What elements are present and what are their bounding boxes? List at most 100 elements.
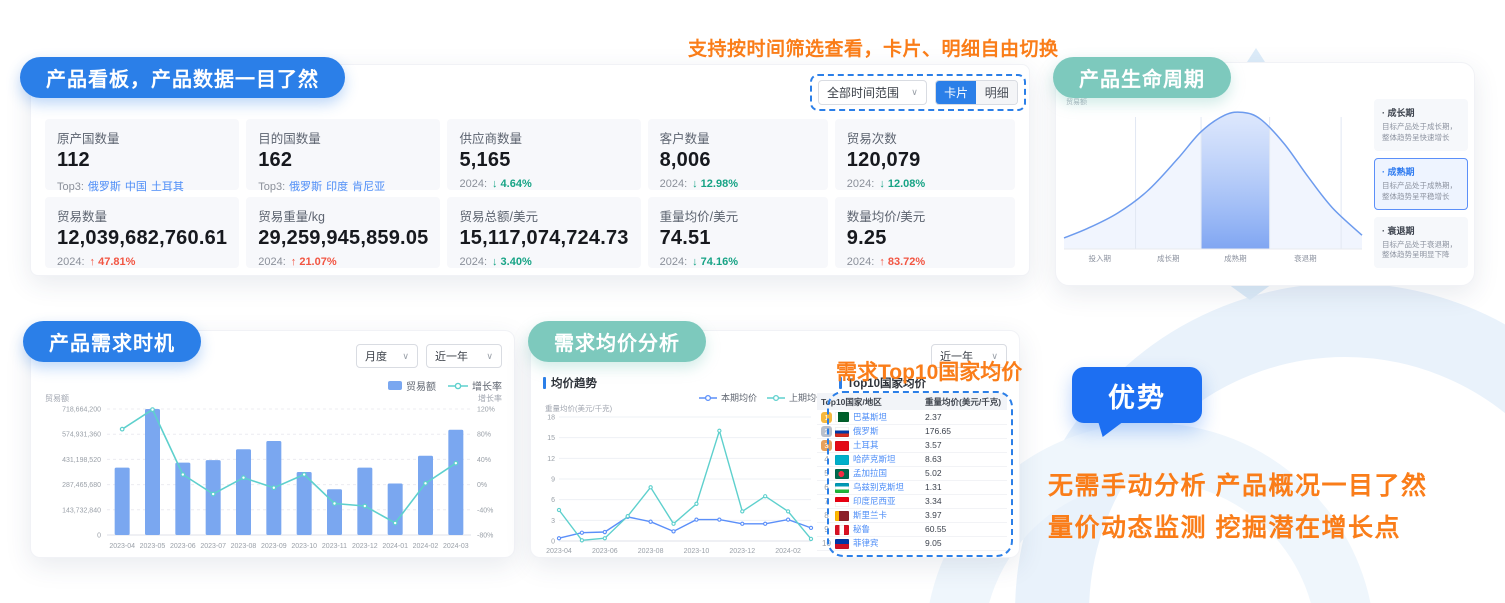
svg-text:2023-07: 2023-07: [200, 543, 226, 550]
svg-text:143,732,840: 143,732,840: [62, 507, 101, 514]
annotation-time-filter: 支持按时间筛选查看，卡片、明细自由切换: [688, 34, 1059, 61]
top3-country-link[interactable]: 印度: [326, 181, 348, 193]
period-select[interactable]: 月度 ∨: [356, 344, 418, 368]
svg-text:投入期: 投入期: [1089, 253, 1112, 263]
country-link[interactable]: 哈萨克斯坦: [853, 454, 896, 464]
rank-medal-icon: 1: [821, 412, 832, 423]
svg-text:2023-12: 2023-12: [729, 548, 755, 555]
stat-label: 贸易次数: [847, 128, 1003, 147]
avg-price-value: 3.57: [921, 438, 1007, 452]
stat-tile: 供应商数量5,1652024:↓ 4.64%: [447, 119, 640, 190]
stat-value: 15,117,074,724.73: [459, 227, 628, 250]
country-flag-icon: [835, 441, 849, 451]
legend-label-trade-amount: 贸易额: [406, 378, 436, 393]
rank-number: 6: [821, 483, 832, 492]
demand-timing-legend: 贸易额 增长率: [388, 378, 502, 393]
lifecycle-curve-chart: 投入期成长期成熟期衰退期: [1062, 105, 1364, 265]
range-select[interactable]: 近一年 ∨: [426, 344, 502, 368]
trade-amount-bar: [115, 468, 130, 535]
stat-sub: 2024:↑ 47.81%: [57, 256, 227, 268]
stat-tile: 重量均价/美元74.512024:↓ 74.16%: [648, 197, 828, 268]
svg-text:衰退期: 衰退期: [1294, 253, 1317, 263]
country-link[interactable]: 秘鲁: [853, 524, 870, 534]
country-flag-icon: [835, 539, 849, 549]
rank-number: 8: [821, 511, 832, 520]
top3-country-link[interactable]: 俄罗斯: [289, 181, 322, 193]
advantage-line-2: 量价动态监测 挖掘潜在增长点: [1048, 508, 1401, 544]
avg-price-value: 60.55: [921, 522, 1007, 536]
table-row: 4哈萨克斯坦8.63: [817, 452, 1007, 466]
view-toggle-card[interactable]: 卡片: [936, 81, 977, 104]
svg-text:2023-04: 2023-04: [109, 543, 135, 550]
svg-text:574,931,360: 574,931,360: [62, 432, 101, 439]
svg-text:2023-09: 2023-09: [261, 543, 287, 550]
avg-price-value: 2.37: [921, 410, 1007, 424]
country-link[interactable]: 巴基斯坦: [853, 412, 887, 422]
svg-text:431,198,520: 431,198,520: [62, 457, 101, 464]
svg-text:120%: 120%: [477, 407, 495, 414]
lifecycle-stage-item[interactable]: 成长期目标产品处于成长期，整体趋势呈快速增长: [1374, 99, 1468, 151]
country-link[interactable]: 孟加拉国: [853, 468, 887, 478]
svg-text:40%: 40%: [477, 457, 491, 464]
lifecycle-stage-item[interactable]: 成熟期目标产品处于成熟期，整体趋势呈平稳增长: [1374, 158, 1468, 210]
stat-label: 贸易数量: [57, 206, 227, 225]
table-header-value: 重量均价(美元/千克): [921, 393, 1007, 410]
stat-sub: 2024:↓ 3.40%: [459, 256, 628, 268]
top3-country-link[interactable]: 肯尼亚: [352, 181, 385, 193]
legend-bar-swatch: [388, 381, 402, 390]
lifecycle-stage-panel: 成长期目标产品处于成长期，整体趋势呈快速增长成熟期目标产品处于成熟期，整体趋势呈…: [1374, 99, 1468, 275]
table-row: 10 菲律宾 9.05: [817, 536, 1007, 550]
legend-label-current: 本期均价: [721, 391, 757, 404]
top3-country-link[interactable]: 中国: [125, 181, 147, 193]
country-flag-icon: [835, 455, 849, 465]
svg-text:2023-10: 2023-10: [291, 543, 317, 550]
legend-line-marker-icon: [767, 394, 785, 402]
country-link[interactable]: 俄罗斯: [853, 426, 879, 436]
stat-label: 目的国数量: [258, 128, 428, 147]
svg-text:12: 12: [547, 456, 555, 463]
rank-number: 10: [821, 539, 832, 548]
svg-text:15: 15: [547, 435, 555, 442]
lifecycle-stage-name: 衰退期: [1382, 224, 1460, 237]
page: 支持按时间筛选查看，卡片、明细自由切换 全部时间范围 ∨ 卡片 明细 原产国数量…: [0, 0, 1505, 603]
trend-up-indicator: ↑ 83.72%: [879, 256, 925, 268]
avg-price-value: 8.63: [921, 452, 1007, 466]
top3-country-link[interactable]: 俄罗斯: [88, 181, 121, 193]
rank-number: 9: [821, 525, 832, 534]
view-toggle-detail[interactable]: 明细: [976, 81, 1017, 104]
avg-price-legend: 本期均价 上期均价: [699, 391, 825, 404]
country-flag-icon: [835, 412, 849, 422]
demand-timing-filters: 月度 ∨ 近一年 ∨: [356, 344, 502, 368]
stat-label: 重量均价/美元: [660, 206, 816, 225]
country-link[interactable]: 乌兹别克斯坦: [853, 482, 904, 492]
time-range-select[interactable]: 全部时间范围 ∨: [818, 80, 927, 105]
svg-text:2023-08: 2023-08: [231, 543, 257, 550]
stat-tile: 目的国数量162Top3:俄罗斯印度肯尼亚: [246, 119, 440, 190]
legend-label-growth-rate: 增长率: [472, 378, 502, 393]
svg-text:-80%: -80%: [477, 533, 493, 540]
stat-tile: 贸易数量12,039,682,760.612024:↑ 47.81%: [45, 197, 239, 268]
annotation-top10-table: 需求Top10国家均价: [836, 356, 1022, 386]
country-link[interactable]: 印度尼西亚: [853, 496, 896, 506]
table-header-country: Top10国家/地区: [817, 393, 921, 410]
svg-text:2024-01: 2024-01: [382, 543, 408, 550]
lifecycle-stage-desc: 目标产品处于成长期，整体趋势呈快速增长: [1382, 122, 1460, 144]
country-link[interactable]: 斯里兰卡: [853, 510, 887, 520]
stat-tile: 数量均价/美元9.252024:↑ 83.72%: [835, 197, 1015, 268]
lifecycle-stage-item[interactable]: 衰退期目标产品处于衰退期，整体趋势呈明显下降: [1374, 217, 1468, 269]
stat-label: 客户数量: [660, 128, 816, 147]
rank-medal-icon: 3: [821, 440, 832, 451]
avg-price-value: 9.05: [921, 536, 1007, 550]
trade-amount-bar: [297, 472, 312, 535]
demand-timing-combo-chart: 0-80%143,732,840-40%287,465,6800%431,198…: [37, 403, 509, 553]
country-link[interactable]: 土耳其: [853, 440, 879, 450]
svg-text:成长期: 成长期: [1157, 253, 1180, 263]
top3-country-link[interactable]: 土耳其: [151, 181, 184, 193]
badge-product-dashboard: 产品看板，产品数据一目了然: [20, 57, 345, 98]
table-row: 7印度尼西亚3.34: [817, 494, 1007, 508]
table-row: 3 土耳其 3.57: [817, 438, 1007, 452]
svg-text:2023-12: 2023-12: [352, 543, 378, 550]
svg-text:2023-05: 2023-05: [140, 543, 166, 550]
trend-down-indicator: ↓ 12.08%: [879, 178, 925, 190]
country-link[interactable]: 菲律宾: [853, 538, 879, 548]
